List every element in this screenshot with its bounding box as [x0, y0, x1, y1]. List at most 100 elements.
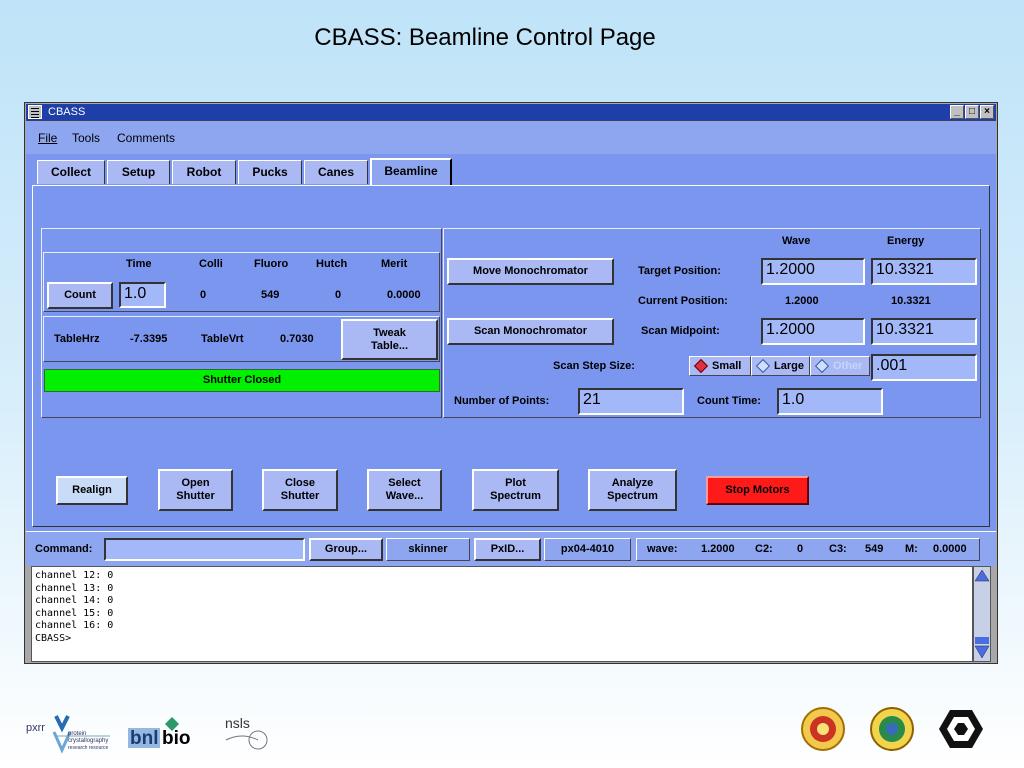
merit-value: 0.0000: [387, 289, 421, 301]
tab-beamline[interactable]: Beamline: [370, 158, 452, 186]
nsls-logo: nsls: [222, 714, 272, 754]
radio-selected-icon: [693, 358, 709, 374]
realign-button[interactable]: Realign: [56, 476, 128, 505]
menu-bar: File Tools Comments: [26, 122, 996, 154]
minimize-icon[interactable]: _: [950, 105, 964, 119]
time-input[interactable]: 1.0: [119, 282, 166, 308]
step-small-label: Small: [712, 360, 742, 372]
move-monochromator-button[interactable]: Move Monochromator: [447, 258, 614, 285]
bnl-logo-text: bnl: [130, 728, 159, 749]
menu-tools[interactable]: Tools: [72, 131, 100, 145]
slide-title: CBASS: Beamline Control Page: [314, 24, 656, 51]
analyze-spectrum-button[interactable]: Analyze Spectrum: [588, 469, 677, 511]
open-shutter-button[interactable]: Open Shutter: [158, 469, 233, 511]
plot-spectrum-button[interactable]: Plot Spectrum: [472, 469, 559, 511]
tab-setup[interactable]: Setup: [107, 160, 170, 184]
midpoint-energy-input[interactable]: 10.3321: [871, 318, 977, 345]
colli-header: Colli: [199, 258, 223, 270]
user-name: skinner: [386, 538, 470, 561]
menu-file-label: File: [38, 131, 58, 145]
target-position-label: Target Position:: [638, 265, 721, 277]
tablehrz-value: -7.3395: [130, 333, 168, 345]
scan-step-size-label: Scan Step Size:: [553, 360, 635, 372]
tab-robot[interactable]: Robot: [172, 160, 236, 184]
pxrr-logo-sub: research resource: [68, 745, 109, 751]
console-line: channel 12: 0: [35, 570, 114, 581]
group-button[interactable]: Group...: [309, 538, 383, 561]
target-energy-input[interactable]: 10.3321: [871, 258, 977, 285]
bnl-bio-logo: bnl bio: [128, 714, 192, 754]
count-time-label: Count Time:: [697, 395, 761, 407]
console-line: channel 13: 0: [35, 582, 114, 594]
close-icon[interactable]: ×: [980, 105, 994, 119]
tweak-table-button[interactable]: Tweak Table...: [341, 319, 438, 360]
stop-motors-button[interactable]: Stop Motors: [706, 476, 809, 505]
command-label: Command:: [35, 543, 93, 555]
command-input[interactable]: [104, 538, 305, 561]
hutch-value: 0: [335, 289, 342, 301]
step-large-label: Large: [774, 360, 804, 372]
c3-label: C3:: [829, 543, 847, 555]
current-wave-value: 1.2000: [785, 295, 819, 307]
window-titlebar[interactable]: CBASS _ □ ×: [26, 104, 996, 121]
scrollbar-arrows-icon: [974, 569, 990, 659]
seal-1-icon: [801, 707, 845, 751]
tablevrt-label: TableVrt: [201, 333, 244, 345]
c2-label: C2:: [755, 543, 773, 555]
number-of-points-label: Number of Points:: [454, 395, 550, 407]
console-output[interactable]: channel 12: 0 channel 13: 0 channel 14: …: [31, 566, 973, 662]
status-bar: Command: Group... skinner PxID... px04-4…: [26, 531, 996, 566]
scan-monochromator-button[interactable]: Scan Monochromator: [447, 318, 614, 345]
step-small-radio[interactable]: Small: [689, 356, 751, 376]
select-wave-button[interactable]: Select Wave...: [367, 469, 442, 511]
wave-readout: 1.2000: [701, 543, 735, 555]
seal-2-icon: [870, 707, 914, 751]
tablevrt-value: 0.7030: [280, 333, 314, 345]
pxrr-logo-sub: crystallography: [68, 738, 109, 744]
console-line: channel 15: 0: [35, 607, 114, 619]
tab-pucks[interactable]: Pucks: [238, 160, 302, 184]
time-header: Time: [126, 258, 152, 270]
count-button[interactable]: Count: [47, 282, 113, 309]
step-size-input[interactable]: .001: [871, 354, 977, 381]
console-line: channel 14: 0: [35, 595, 114, 606]
tablehrz-label: TableHrz: [54, 333, 100, 345]
radio-unselected-icon: [755, 358, 771, 374]
m-readout: 0.0000: [933, 543, 967, 555]
c3-readout: 549: [865, 543, 884, 555]
close-shutter-button[interactable]: Close Shutter: [262, 469, 338, 511]
tab-canes[interactable]: Canes: [304, 160, 368, 184]
window-menu-icon[interactable]: [28, 105, 42, 119]
console-scrollbar[interactable]: [973, 566, 991, 662]
colli-value: 0: [200, 289, 207, 301]
seal-logo-1: [800, 706, 846, 752]
current-energy-value: 10.3321: [891, 295, 931, 307]
current-position-label: Current Position:: [638, 295, 728, 307]
maximize-icon[interactable]: □: [965, 105, 979, 119]
fluoro-header: Fluoro: [254, 258, 289, 270]
step-large-radio[interactable]: Large: [751, 356, 810, 376]
number-of-points-input[interactable]: 21: [578, 388, 684, 415]
midpoint-wave-input[interactable]: 1.2000: [761, 318, 865, 345]
m-label: M:: [905, 543, 918, 555]
menu-file[interactable]: File: [38, 131, 57, 145]
merit-header: Merit: [381, 258, 408, 270]
scan-midpoint-label: Scan Midpoint:: [641, 325, 720, 337]
pxid-button[interactable]: PxID...: [474, 538, 541, 561]
energy-header: Energy: [887, 235, 925, 247]
console-prompt: CBASS>: [35, 632, 72, 644]
pxrr-logo-text: pxrr: [26, 722, 45, 734]
console-line: channel 16: 0: [35, 620, 114, 631]
shutter-status-bar: Shutter Closed: [44, 369, 440, 392]
tab-collect[interactable]: Collect: [37, 160, 105, 184]
radio-unselected-icon: [814, 358, 830, 374]
ccp-logo: [936, 706, 986, 752]
menu-comments[interactable]: Comments: [117, 131, 175, 145]
nsls-logo-text: nsls: [225, 715, 250, 731]
fluoro-value: 549: [261, 289, 280, 301]
target-wave-input[interactable]: 1.2000: [761, 258, 865, 285]
count-time-input[interactable]: 1.0: [777, 388, 883, 415]
step-other-radio[interactable]: Other: [810, 356, 870, 376]
window-title: CBASS: [48, 106, 86, 118]
seal-logo-2: [869, 706, 915, 752]
